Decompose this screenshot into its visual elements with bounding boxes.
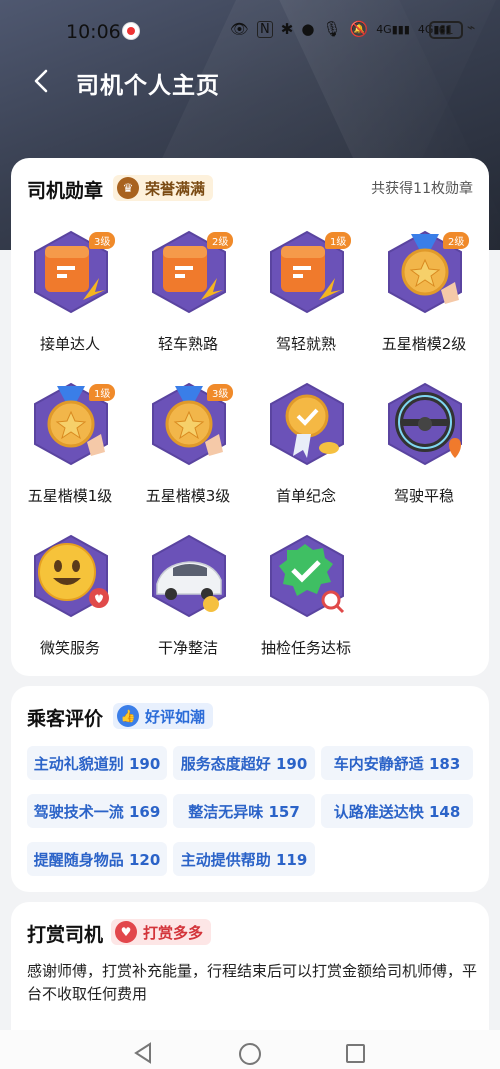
signal-icon: 4G▮▮▮ <box>376 22 410 36</box>
evaluation-card: 乘客评价 👍 好评如潮 主动礼貌道别 190 服务态度超好 190 车内安静舒适 1… <box>11 686 489 892</box>
location-icon: ● <box>301 20 315 38</box>
review-chip[interactable]: 整洁无异味 157 <box>173 794 315 828</box>
battery-icon: 61 <box>429 21 463 39</box>
good-review-tag: 👍 好评如潮 <box>113 703 214 729</box>
page-header: 司机个人主页 <box>0 58 500 104</box>
badge-item[interactable]: 首单纪念 <box>247 382 365 522</box>
badge-label: 首单纪念 <box>275 487 336 505</box>
badge-label: 抽检任务达标 <box>260 639 351 657</box>
badge-label: 驾驶平稳 <box>393 487 454 505</box>
tip-description: 感谢师傅，打赏补充能量，行程结束后可以打赏金额给司机师傅，平台不收取任何费用 <box>27 962 478 1003</box>
eye-icon: 👁 <box>230 20 250 38</box>
badge-label: 轻车熟路 <box>157 335 218 353</box>
nav-recent-icon[interactable] <box>346 1044 365 1063</box>
mic-icon: 🎙 <box>322 20 342 38</box>
review-chip[interactable]: 服务态度超好 190 <box>173 746 315 780</box>
thumbs-up-icon: 👍 <box>117 705 139 727</box>
badge-item[interactable]: 抽检任务达标 <box>247 534 365 674</box>
badges-title: 司机勋章 <box>27 180 104 202</box>
back-arrow-icon[interactable] <box>30 68 54 94</box>
mute-icon: 🔕 <box>349 20 369 38</box>
review-chip[interactable]: 提醒随身物品 120 <box>27 842 167 876</box>
badge-level: 1级 <box>325 232 352 249</box>
steering-wheel-icon <box>388 382 462 466</box>
badge-label: 五星楷模3级 <box>145 487 231 505</box>
smiley-heart-icon <box>34 534 109 618</box>
badge-item[interactable]: 1级五星楷模1级 <box>11 382 129 522</box>
badge-count[interactable]: 共获得11枚勋章 <box>371 178 473 198</box>
bluetooth-icon: ✱ <box>280 20 294 38</box>
badge-item[interactable]: 微笑服务 <box>11 534 129 674</box>
badge-level: 2级 <box>443 232 470 249</box>
status-bar: 10:06 👁 N ✱ ● 🎙 🔕 4G▮▮▮ 4G▮▮▮ 61 ⌁ <box>0 18 500 46</box>
nav-home-icon[interactable] <box>239 1043 261 1065</box>
medal-icon: ♛ <box>117 177 139 199</box>
badge-level: 2级 <box>207 232 234 249</box>
nav-back-icon[interactable] <box>133 1042 153 1064</box>
nfc-icon: N <box>257 20 273 38</box>
badge-item[interactable]: 3级接单达人 <box>11 230 129 370</box>
badge-label: 干净整洁 <box>157 639 218 657</box>
honor-tag: ♛ 荣誉满满 <box>113 175 214 201</box>
badge-level: 1级 <box>89 384 116 401</box>
badge-label: 五星楷模2级 <box>381 335 467 353</box>
page-title: 司机个人主页 <box>76 73 220 99</box>
badge-level: 3级 <box>89 232 116 249</box>
status-time: 10:06 <box>66 21 121 43</box>
badge-item[interactable]: 干净整洁 <box>129 534 247 674</box>
tip-title: 打赏司机 <box>27 924 104 946</box>
badge-item[interactable]: 2级五星楷模2级 <box>365 230 483 370</box>
ribbon-medal-icon <box>270 382 344 466</box>
review-chip[interactable]: 车内安静舒适 183 <box>321 746 473 780</box>
check-magnifier-icon <box>270 534 345 618</box>
evaluation-title: 乘客评价 <box>27 708 104 730</box>
clean-car-icon <box>152 534 226 618</box>
review-chip[interactable]: 主动提供帮助 119 <box>173 842 315 876</box>
heart-icon: ♥ <box>115 921 137 943</box>
badge-item[interactable]: 2级轻车熟路 <box>129 230 247 370</box>
tip-card: 打赏司机 ♥ 打赏多多 感谢师傅，打赏补充能量，行程结束后可以打赏金额给司机师傅… <box>11 902 489 1042</box>
review-chip[interactable]: 主动礼貌道别 190 <box>27 746 167 780</box>
badge-label: 五星楷模1级 <box>27 487 113 505</box>
badges-card: 司机勋章 ♛ 荣誉满满 共获得11枚勋章 3级 接单达人 2级 轻车熟路 1级 驾轻就熟 2… <box>11 158 489 676</box>
badge-item[interactable]: 1级驾轻就熟 <box>247 230 365 370</box>
badge-level: 3级 <box>207 384 234 401</box>
badge-label: 微笑服务 <box>39 639 100 657</box>
review-chip[interactable]: 认路准送达快 148 <box>321 794 473 828</box>
review-chip[interactable]: 驾驶技术一流 169 <box>27 794 167 828</box>
system-nav-bar <box>0 1030 500 1069</box>
notification-app-icon <box>122 22 140 40</box>
badge-label: 驾轻就熟 <box>275 335 336 353</box>
tip-tag: ♥ 打赏多多 <box>111 919 212 945</box>
badge-item[interactable]: 驾驶平稳 <box>365 382 483 522</box>
badge-label: 接单达人 <box>39 335 100 353</box>
charging-icon: ⌁ <box>467 20 476 36</box>
badge-item[interactable]: 3级五星楷模3级 <box>129 382 247 522</box>
